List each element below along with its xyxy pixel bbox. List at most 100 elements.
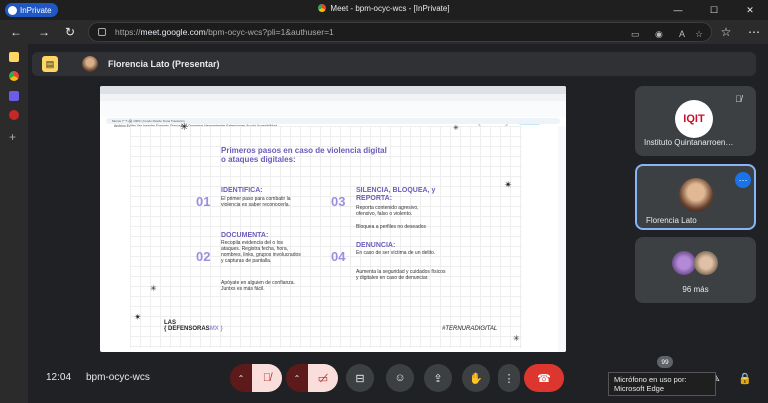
reactions-button[interactable]: ☺ bbox=[386, 364, 414, 392]
window-title-text: Meet - bpm-ocyc-wcs - [InPrivate] bbox=[330, 4, 450, 13]
step-heading: DOCUMENTA: bbox=[221, 232, 269, 239]
step-number: 01 bbox=[196, 194, 211, 209]
slide-canvas: ✳ ✴ ✳ ✳ ✴ ✳ Primeros pasos en caso de vi… bbox=[130, 122, 522, 348]
participant-avatar bbox=[672, 251, 696, 275]
mic-off-icon: 🎙̸ bbox=[262, 372, 272, 384]
camera-options-chevron-icon[interactable]: ⌃ bbox=[286, 364, 308, 392]
lock-icon bbox=[98, 28, 106, 36]
participant-name: Florencia Lato bbox=[646, 216, 697, 225]
step-heading: IDENTIFICA: bbox=[221, 187, 263, 194]
mic-options-chevron-icon[interactable]: ⌃ bbox=[230, 364, 252, 392]
camera-off-button[interactable]: ▭̸ bbox=[308, 364, 338, 392]
raise-hand-button[interactable]: ✋ bbox=[462, 364, 490, 392]
slides-side-rail bbox=[558, 126, 566, 352]
chrome-logo-icon bbox=[318, 4, 327, 12]
presenter-name: Florencia Lato (Presentar) bbox=[108, 59, 220, 69]
window-title: Meet - bpm-ocyc-wcs - [InPrivate] bbox=[0, 4, 768, 13]
leave-call-button[interactable]: ☎ bbox=[524, 364, 564, 392]
forward-arrow-icon[interactable]: → bbox=[36, 24, 52, 40]
emoji-icon: ☺ bbox=[394, 372, 406, 384]
sparkle-icon: ✳ bbox=[453, 125, 459, 132]
shared-browser-tabs bbox=[100, 86, 566, 94]
step-text: Recopila evidencia del o los ataques. Re… bbox=[221, 240, 301, 264]
browser-titlebar: InPrivate Meet - bpm-ocyc-wcs - [InPriva… bbox=[0, 0, 768, 20]
participant-avatar bbox=[694, 251, 718, 275]
host-controls-icon[interactable]: 🔒 bbox=[738, 372, 752, 385]
favorites-icon[interactable]: ☆ bbox=[718, 24, 734, 40]
more-vert-icon: ⋮ bbox=[503, 372, 515, 385]
url-host: meet.google.com bbox=[140, 27, 206, 37]
more-options-icon[interactable]: ⋯ bbox=[735, 172, 751, 188]
step-heading: DENUNCIA: bbox=[356, 242, 396, 249]
favorite-star-icon[interactable]: ☆ bbox=[695, 29, 703, 40]
recording-icon[interactable] bbox=[9, 110, 19, 120]
step-text: Aumenta la seguridad y cuidados físicos … bbox=[356, 269, 446, 281]
brand-logo-left: LAS { DEFENSORASMX } bbox=[164, 320, 223, 332]
mic-permission-icon[interactable]: ◉ bbox=[655, 29, 663, 40]
collections-icon[interactable] bbox=[9, 91, 19, 101]
participant-name: Instituto Quintanarroen… bbox=[644, 138, 734, 147]
meeting-code: bpm-ocyc-wcs bbox=[86, 372, 150, 383]
address-bar[interactable]: https://meet.google.com/bpm-ocyc-wcs?pli… bbox=[88, 22, 712, 42]
read-aloud-icon[interactable]: A bbox=[679, 29, 685, 39]
muted-mic-icon: 🎙̸ bbox=[735, 94, 742, 104]
step-text: Apóyate en alguien de confianza. Juntxs … bbox=[221, 280, 295, 292]
brand-text-mx: MX } bbox=[209, 326, 223, 332]
slides-toolbar: Menús ↶ ↷ 🖨 100% | Fondo Diseño Tema Tra… bbox=[106, 118, 560, 124]
url-path: /bpm-ocyc-wcs?pli=1&authuser=1 bbox=[205, 27, 334, 37]
sparkle-icon: ✳ bbox=[150, 284, 157, 293]
captions-button[interactable]: ⊟ bbox=[346, 364, 374, 392]
browser-navbar: ← → ↻ https://meet.google.com/bpm-ocyc-w… bbox=[0, 20, 768, 44]
step-text: En caso de ser víctima de un delito. bbox=[356, 250, 436, 256]
participant-tile-active[interactable]: ⋯ Florencia Lato bbox=[635, 164, 756, 230]
sparkle-icon: ✴ bbox=[504, 180, 513, 191]
sparkle-icon: ✴ bbox=[134, 312, 142, 322]
chrome-app-icon[interactable] bbox=[9, 71, 19, 81]
more-menu-icon[interactable]: ⋯ bbox=[746, 24, 762, 40]
shared-browser-address bbox=[100, 94, 566, 101]
present-icon: ⇪ bbox=[433, 372, 443, 385]
camera-permission-icon[interactable]: ▭ bbox=[631, 29, 640, 40]
camera-off-icon: ▭̸ bbox=[317, 372, 329, 385]
add-icon[interactable]: + bbox=[9, 131, 19, 143]
step-number: 03 bbox=[331, 194, 346, 209]
participant-tile-more[interactable]: 96 más bbox=[635, 237, 756, 303]
tooltip-line: Microsoft Edge bbox=[614, 383, 665, 393]
step-text: El primer paso para combatir la violenci… bbox=[221, 196, 291, 208]
sparkle-icon: ✳ bbox=[513, 334, 520, 343]
step-number: 02 bbox=[196, 249, 211, 264]
slides-header: PREVENCIÓN Violencia Digital y seguridad… bbox=[100, 101, 566, 128]
end-call-icon: ☎ bbox=[537, 372, 551, 385]
present-screen-button[interactable]: ⇪ bbox=[424, 364, 452, 392]
meet-shortcut-icon[interactable] bbox=[9, 52, 19, 62]
hand-icon: ✋ bbox=[469, 372, 483, 385]
step-text: Bloquea a perfiles no deseados bbox=[356, 224, 427, 230]
participant-avatar bbox=[679, 178, 713, 212]
mic-in-use-tooltip: Micrófono en uso por: Microsoft Edge bbox=[608, 372, 716, 396]
minimize-button[interactable]: — bbox=[660, 0, 696, 20]
back-arrow-icon[interactable]: ← bbox=[8, 24, 24, 40]
close-button[interactable]: ✕ bbox=[732, 0, 768, 20]
presenter-avatar bbox=[82, 56, 98, 72]
sparkle-icon: ✳ bbox=[180, 122, 189, 133]
reload-icon[interactable]: ↻ bbox=[62, 24, 78, 40]
edge-sidebar: + bbox=[0, 44, 28, 403]
step-text: Reporta contenido agresivo, ofensivo, fa… bbox=[356, 205, 419, 217]
more-options-button[interactable]: ⋮ bbox=[498, 364, 520, 392]
brand-hashtag: #TERNURADIGITAL bbox=[442, 326, 498, 332]
url-prefix: https:// bbox=[115, 27, 141, 37]
presenter-bar: ▤ Florencia Lato (Presentar) bbox=[32, 52, 756, 76]
step-heading: SILENCIA, BLOQUEA, y REPORTA: bbox=[356, 187, 436, 202]
captions-icon: ⊟ bbox=[355, 372, 365, 385]
step-number: 04 bbox=[331, 249, 346, 264]
stop-presenting-icon[interactable]: ▤ bbox=[42, 56, 58, 72]
iqit-logo: IQIT bbox=[675, 100, 713, 138]
maximize-button[interactable]: ☐ bbox=[696, 0, 732, 20]
clock: 12:04 bbox=[46, 372, 72, 383]
participant-tile[interactable]: IQIT 🎙̸ Instituto Quintanarroen… bbox=[635, 86, 756, 156]
mic-off-button[interactable]: 🎙̸ bbox=[252, 364, 282, 392]
more-participants-count: 96 más bbox=[682, 285, 709, 294]
slide-title: Primeros pasos en caso de violencia digi… bbox=[221, 146, 387, 164]
shared-screen: PREVENCIÓN Violencia Digital y seguridad… bbox=[100, 86, 566, 352]
brand-text: { DEFENSORAS bbox=[164, 326, 210, 332]
